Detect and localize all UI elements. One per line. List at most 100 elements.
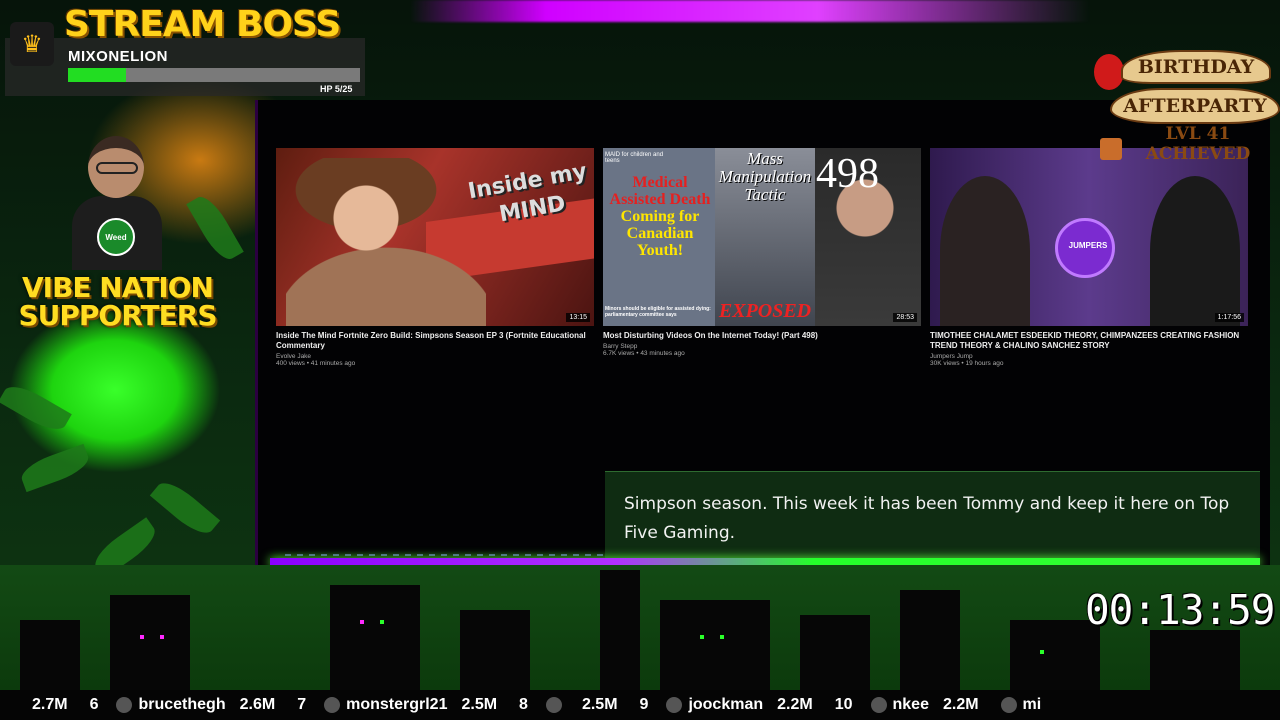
thumbnail-text: Coming for Canadian Youth!	[620, 208, 700, 259]
stream-boss-name: MIXONELION	[68, 48, 169, 65]
video-meta: 30K views • 19 hours ago	[930, 360, 1004, 367]
leaderboard-entry: 2.7M	[0, 696, 80, 714]
leaderboard-value: 2.5M	[461, 696, 498, 713]
afterparty-ribbon: AFTERPARTY	[1110, 88, 1280, 124]
video-thumbnail[interactable]: MAID for children and teens Medical Assi…	[603, 148, 921, 326]
video-duration: 1:17:56	[1214, 313, 1244, 322]
user-avatar-icon	[666, 697, 683, 713]
window-light	[700, 635, 704, 639]
caption-box: Simpson season. This week it has been To…	[605, 471, 1260, 559]
building	[660, 600, 770, 690]
hp-bar-fill	[68, 68, 127, 82]
birthday-badge: BIRTHDAY AFTERPARTY LVL 41 ACHIEVED	[1088, 20, 1280, 170]
hp-bar	[68, 68, 360, 82]
stream-boss-title: STREAM BOSS	[64, 4, 341, 45]
building	[110, 595, 190, 690]
thumbnail-text: Mass Manipulation Tactic	[718, 149, 812, 204]
video-card[interactable]: JUMPERS 1:17:56 TIMOTHEE CHALAMET ESDEEK…	[930, 148, 1248, 367]
achieved-line: ACHIEVED	[1145, 144, 1251, 164]
building	[330, 585, 420, 690]
thumbnail-text: JUMPERS	[1068, 241, 1108, 250]
thumbnail-headline: Medical Assisted Death Coming for Canadi…	[605, 174, 715, 259]
leaderboard-value: 2.2M	[777, 696, 813, 713]
thumbnail-text: MAID for children and teens	[605, 152, 664, 164]
window-light	[360, 620, 364, 624]
video-channel[interactable]: Evolve Jake	[276, 353, 594, 360]
window-light	[1040, 650, 1044, 654]
birthday-ribbon: BIRTHDAY	[1121, 50, 1271, 84]
leaderboard-entry: 6 brucethegh 2.6M	[90, 696, 288, 714]
weed-badge: Weed	[97, 218, 135, 256]
building	[800, 615, 870, 690]
crown-icon: ♛	[10, 22, 54, 66]
building	[600, 570, 640, 690]
video-thumbnail[interactable]: JUMPERS 1:17:56	[930, 148, 1248, 326]
thumbnail-text: 498	[816, 151, 879, 197]
leaderboard-rank: 7	[297, 696, 307, 713]
video-title[interactable]: Most Disturbing Videos On the Internet T…	[603, 331, 921, 341]
top-neon-glow	[410, 0, 1090, 22]
thumbnail-character	[286, 158, 486, 326]
video-duration: 13:15	[566, 313, 590, 322]
video-card[interactable]: MAID for children and teens Medical Assi…	[603, 148, 921, 357]
leaderboard-name: joockman	[688, 696, 764, 713]
leaf-decoration	[186, 191, 244, 265]
window-light	[380, 620, 384, 624]
video-title[interactable]: Inside The Mind Fortnite Zero Build: Sim…	[276, 331, 594, 351]
user-avatar-icon	[116, 697, 133, 713]
level-text: LVL 41 ACHIEVED	[1118, 124, 1278, 164]
leaderboard-ticker: 2.7M 6 brucethegh 2.6M 7 monstergrl21 2.…	[0, 690, 1280, 720]
video-channel[interactable]: Jumpers Jump	[930, 353, 1248, 360]
supporters-title: VIBE NATION SUPPORTERS	[18, 271, 217, 332]
video-thumbnail[interactable]: Inside my MIND 13:15	[276, 148, 594, 326]
leaderboard-rank: 10	[834, 696, 853, 713]
leaf-decoration	[149, 475, 221, 541]
building	[900, 590, 960, 690]
user-avatar-icon	[870, 697, 887, 713]
thumbnail-text: Minors should be eligible for assisted d…	[605, 306, 711, 318]
user-avatar-icon	[1000, 697, 1017, 713]
video-title[interactable]: TIMOTHEE CHALAMET ESDEEKID THEORY, CHIMP…	[930, 331, 1248, 351]
leaderboard-value: 2.7M	[32, 696, 68, 713]
video-card[interactable]: Inside my MIND 13:15 Inside The Mind For…	[276, 148, 594, 367]
stream-boss-background	[5, 38, 365, 96]
leaderboard-entry: 8 2.5M	[519, 696, 629, 714]
dashed-divider	[285, 554, 605, 556]
building	[1150, 630, 1240, 690]
stream-timer: 00:13:59	[1085, 586, 1275, 634]
user-avatar-icon	[545, 697, 562, 713]
video-meta: 400 views • 41 minutes ago	[276, 360, 356, 367]
video-meta: 6.7K views • 43 minutes ago	[603, 350, 685, 357]
leaderboard-name: brucethegh	[138, 696, 226, 713]
leaderboard-rank: 8	[519, 696, 528, 713]
leaderboard-rank: 6	[89, 696, 99, 713]
leaderboard-rank: 9	[639, 696, 649, 713]
leaderboard-name: nkee	[892, 696, 929, 713]
hp-text: HP 5/25	[320, 84, 353, 94]
leaderboard-entry: 9 joockman 2.2M	[640, 696, 825, 714]
stream-boss-widget: ♛ STREAM BOSS MIXONELION HP 5/25	[0, 0, 365, 97]
leaf-decoration	[17, 443, 93, 493]
leaderboard-entry: 10 nkee 2.2M	[835, 696, 991, 714]
cake-icon	[1100, 138, 1122, 160]
leaderboard-entry: 7 monstergrl21 2.5M	[297, 696, 509, 714]
level-line: LVL 41	[1165, 124, 1231, 144]
leaderboard-value: 2.5M	[581, 696, 618, 713]
window-light	[720, 635, 724, 639]
user-avatar-icon	[324, 697, 341, 713]
leaderboard-entry: mi	[1000, 696, 1056, 714]
streamer-avatar: Weed	[60, 130, 170, 270]
leaderboard-value: 2.2M	[942, 696, 979, 713]
glasses-icon	[96, 162, 138, 174]
window-light	[160, 635, 164, 639]
window-light	[140, 635, 144, 639]
thumbnail-person	[940, 176, 1030, 326]
balloon-icon	[1094, 54, 1124, 90]
leaf-decoration	[0, 379, 72, 437]
leaderboard-name: mi	[1022, 696, 1042, 713]
video-channel[interactable]: Barry Stepp	[603, 343, 921, 350]
video-duration: 28:53	[893, 313, 917, 322]
thumbnail-text: EXPOSED	[718, 300, 812, 322]
thumbnail-text: Medical Assisted Death	[609, 174, 711, 208]
leaderboard-value: 2.6M	[239, 696, 276, 713]
